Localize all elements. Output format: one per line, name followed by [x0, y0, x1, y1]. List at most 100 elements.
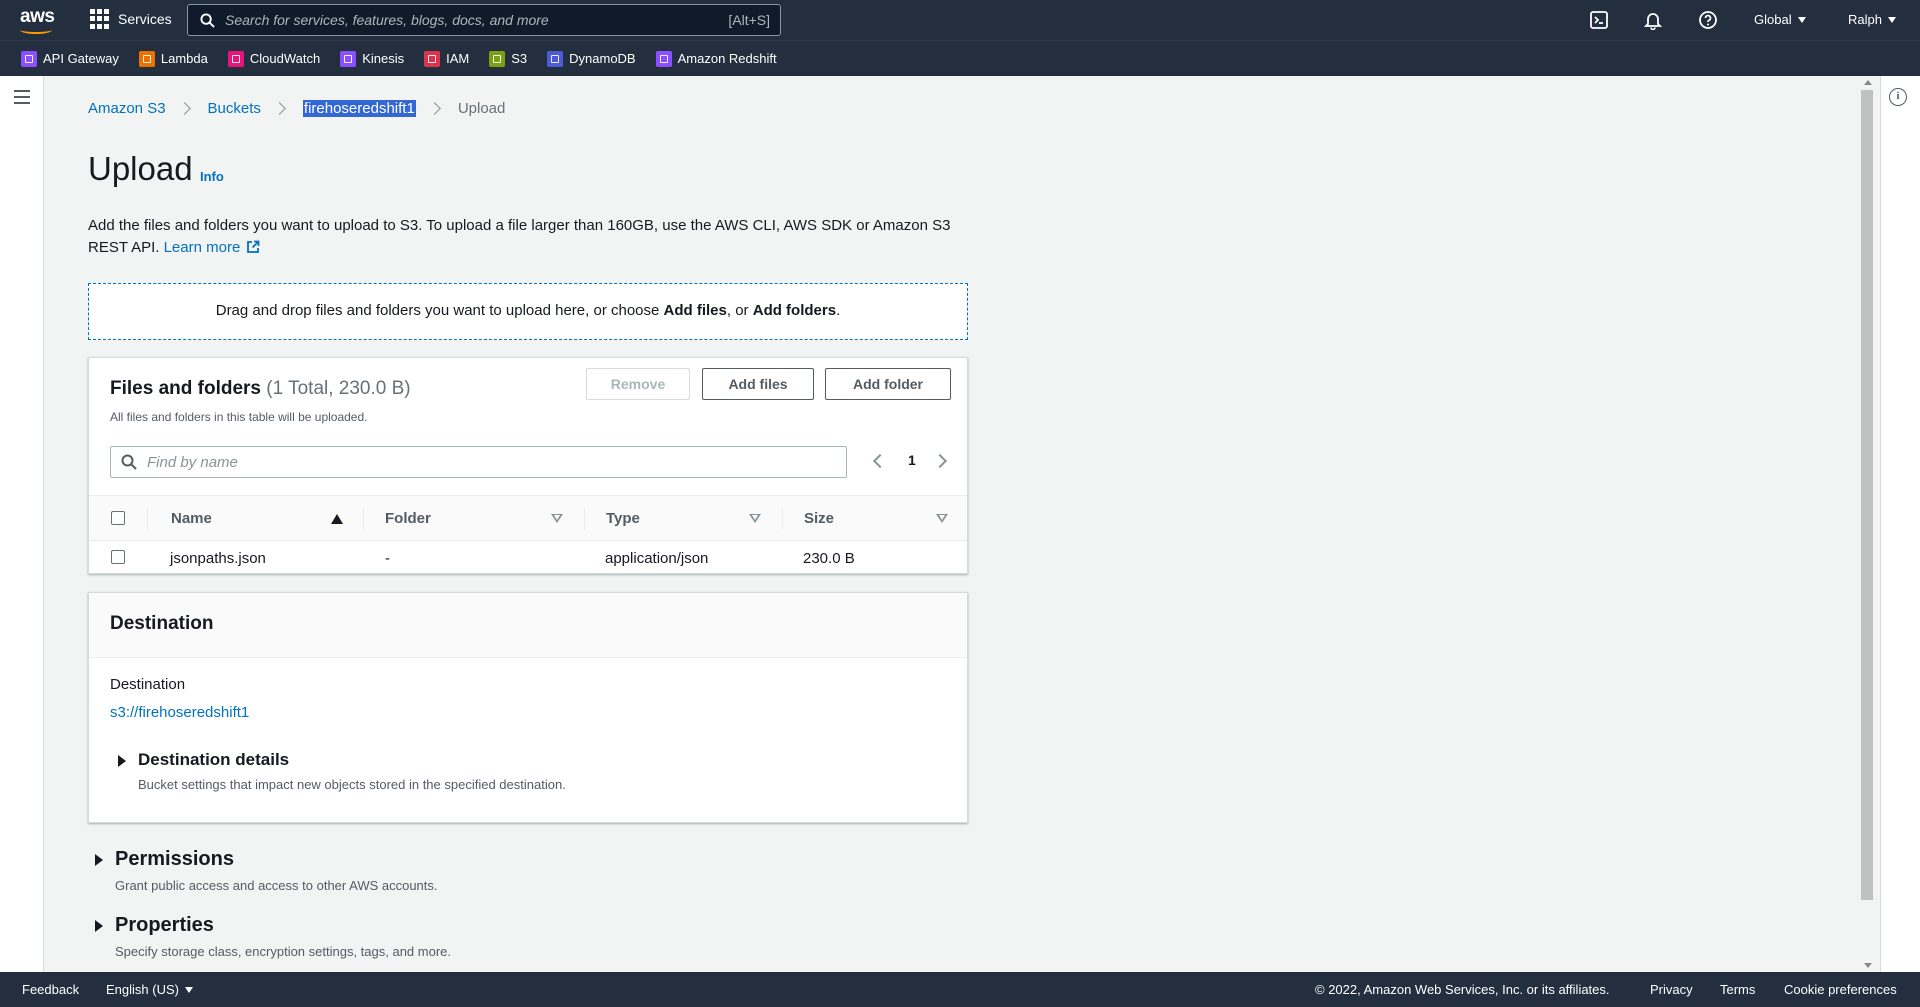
destination-link[interactable]: s3://firehoseredshift1	[110, 704, 249, 721]
column-divider	[147, 508, 148, 530]
chevron-right-icon	[177, 102, 191, 115]
page-scrollbar[interactable]	[1858, 76, 1878, 972]
properties-subtitle: Specify storage class, encryption settin…	[115, 944, 452, 959]
scroll-down-icon[interactable]	[1864, 963, 1872, 968]
bell-icon[interactable]	[1643, 10, 1663, 30]
grid-icon	[90, 9, 110, 29]
dropzone-add-files: Add files	[663, 302, 727, 319]
column-header-name[interactable]: Name	[171, 510, 212, 527]
add-files-button[interactable]: Add files	[702, 368, 814, 400]
terms-link[interactable]: Terms	[1720, 982, 1755, 997]
favorite-cloudwatch[interactable]: CloudWatch	[227, 50, 321, 67]
scroll-up-icon[interactable]	[1864, 80, 1872, 85]
column-divider	[584, 508, 585, 530]
destination-title: Destination	[110, 613, 214, 634]
favorite-s3[interactable]: S3	[489, 50, 528, 67]
cell-folder: -	[385, 550, 390, 567]
sort-ascending-icon[interactable]	[331, 514, 343, 524]
row-checkbox[interactable]	[111, 550, 125, 564]
search-shortcut-hint: [Alt+S]	[728, 12, 770, 28]
global-search[interactable]: [Alt+S]	[187, 4, 781, 36]
breadcrumb-bucket[interactable]: firehoseredshift1	[302, 100, 416, 117]
lambda-icon	[138, 50, 155, 67]
hamburger-icon[interactable]	[14, 90, 30, 104]
scroll-thumb[interactable]	[1861, 90, 1873, 900]
learn-more-label: Learn more	[163, 239, 241, 256]
files-panel-title: Files and folders (1 Total, 230.0 B)	[110, 378, 411, 400]
upload-dropzone[interactable]: Drag and drop files and folders you want…	[88, 283, 968, 340]
find-by-name-input[interactable]	[147, 453, 807, 471]
caret-right-icon[interactable]	[95, 854, 103, 866]
aws-logo-text: aws	[20, 6, 55, 27]
info-link[interactable]: Info	[200, 169, 224, 184]
column-divider	[363, 508, 364, 530]
caret-right-icon[interactable]	[95, 920, 103, 932]
favorite-label: IAM	[446, 51, 470, 66]
user-menu[interactable]: Ralph	[1848, 12, 1896, 27]
breadcrumb-buckets[interactable]: Buckets	[208, 100, 261, 117]
side-navigation-rail	[0, 76, 44, 972]
add-folder-button[interactable]: Add folder	[825, 368, 951, 400]
learn-more-link[interactable]: Learn more	[164, 239, 261, 256]
find-by-name[interactable]	[110, 446, 847, 478]
chevron-down-icon	[1887, 16, 1896, 23]
column-header-type[interactable]: Type	[606, 510, 640, 527]
user-label: Ralph	[1848, 12, 1882, 27]
favorite-dynamodb[interactable]: DynamoDB	[547, 50, 636, 67]
cell-size: 230.0 B	[803, 550, 855, 567]
feedback-link[interactable]: Feedback	[22, 982, 79, 997]
favorite-iam[interactable]: IAM	[424, 50, 470, 67]
favorite-label: S3	[511, 51, 528, 66]
favorite-amazon-redshift[interactable]: Amazon Redshift	[655, 50, 777, 67]
s3-icon	[489, 50, 506, 67]
breadcrumb-amazon-s3[interactable]: Amazon S3	[88, 100, 166, 117]
region-selector[interactable]: Global	[1754, 12, 1806, 27]
cloudshell-icon[interactable]	[1589, 10, 1609, 30]
favorite-label: Kinesis	[362, 51, 405, 66]
destination-details-toggle[interactable]: Destination details	[138, 750, 289, 770]
favorite-api-gateway[interactable]: API Gateway	[21, 50, 119, 67]
cell-type: application/json	[605, 550, 709, 567]
page-number[interactable]: 1	[908, 452, 916, 468]
help-icon[interactable]	[1698, 10, 1718, 30]
breadcrumb-current: Upload	[457, 100, 506, 117]
column-divider	[782, 508, 783, 530]
dropzone-text-mid: , or	[726, 302, 749, 319]
files-panel-title-text: Files and folders	[110, 378, 261, 399]
chevron-right-icon[interactable]	[932, 453, 948, 469]
remove-button[interactable]: Remove	[586, 368, 690, 400]
column-header-folder[interactable]: Folder	[385, 510, 431, 527]
sort-icon[interactable]	[936, 514, 948, 523]
aws-logo[interactable]: aws	[18, 6, 58, 34]
info-icon[interactable]: i	[1889, 88, 1907, 106]
table-row[interactable]: jsonpaths.json - application/json 230.0 …	[89, 542, 967, 574]
sort-icon[interactable]	[749, 514, 761, 523]
dropzone-text-end: .	[836, 302, 841, 319]
privacy-link[interactable]: Privacy	[1650, 982, 1693, 997]
services-label: Services	[118, 11, 172, 27]
aws-smile-icon	[20, 26, 52, 34]
caret-right-icon[interactable]	[118, 755, 126, 767]
services-menu-button[interactable]: Services	[90, 9, 172, 29]
sort-icon[interactable]	[551, 514, 563, 523]
favorite-lambda[interactable]: Lambda	[138, 50, 208, 67]
language-selector[interactable]: English (US)	[106, 982, 193, 997]
dropzone-text: Drag and drop files and folders you want…	[215, 302, 660, 319]
select-all-checkbox[interactable]	[111, 511, 125, 525]
global-search-input[interactable]	[225, 12, 705, 28]
kinesis-icon	[340, 50, 357, 67]
dropzone-add-folders: Add folders	[752, 302, 837, 319]
footer: Feedback English (US) © 2022, Amazon Web…	[0, 972, 1920, 1007]
column-header-size[interactable]: Size	[804, 510, 834, 527]
chevron-right-icon	[273, 102, 286, 115]
chevron-left-icon[interactable]	[872, 453, 888, 469]
properties-section-toggle[interactable]: Properties	[115, 914, 214, 937]
cookie-preferences-link[interactable]: Cookie preferences	[1784, 982, 1897, 997]
favorite-label: Amazon Redshift	[677, 51, 777, 66]
favorite-label: CloudWatch	[249, 51, 321, 66]
page-title: Upload	[88, 150, 193, 187]
destination-panel: Destination Destination s3://firehosered…	[88, 592, 968, 823]
permissions-section-toggle[interactable]: Permissions	[115, 848, 234, 871]
favorite-kinesis[interactable]: Kinesis	[340, 50, 405, 67]
favorite-label: API Gateway	[43, 51, 119, 66]
